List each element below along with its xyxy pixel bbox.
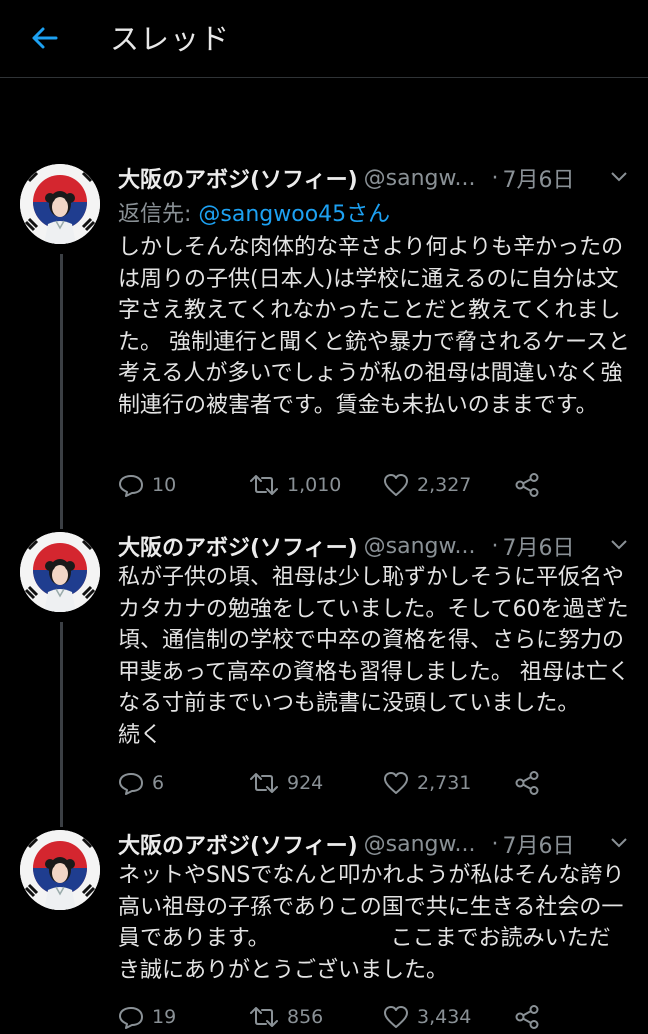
reply-button[interactable]: 10 bbox=[118, 473, 249, 497]
share-button[interactable] bbox=[514, 473, 548, 497]
user-handle[interactable]: @sangw... bbox=[364, 534, 476, 559]
tweet-header: 大阪のアボジ(ソフィー) @sangw... · 7月6日 bbox=[118, 528, 628, 564]
avatar[interactable] bbox=[20, 164, 100, 244]
tweet-header: 大阪のアボジ(ソフィー) @sangw... · 7月6日 bbox=[118, 826, 628, 862]
reply-count: 10 bbox=[152, 474, 177, 496]
tweet-date[interactable]: 7月6日 bbox=[502, 162, 574, 194]
share-icon bbox=[515, 771, 539, 795]
heart-icon bbox=[384, 772, 408, 794]
page-title: スレッド bbox=[110, 22, 231, 56]
reply-icon bbox=[119, 773, 143, 795]
arrow-left-icon bbox=[32, 27, 58, 49]
avatar[interactable] bbox=[20, 532, 100, 612]
heart-icon bbox=[384, 1006, 408, 1028]
tweet-text: ネットやSNSでなんと叩かれようが私はそんな誇り高い祖母の子孫でありこの国で共に… bbox=[118, 863, 625, 983]
retweet-count: 924 bbox=[287, 772, 324, 794]
reply-to-label: 返信先: bbox=[118, 202, 199, 227]
reply-to-mention[interactable]: @sangwoo45さん bbox=[198, 202, 390, 227]
avatar[interactable] bbox=[20, 830, 100, 910]
like-button[interactable]: 2,327 bbox=[383, 473, 514, 497]
share-button[interactable] bbox=[514, 771, 548, 795]
reply-count: 19 bbox=[152, 1006, 177, 1028]
display-name[interactable]: 大阪のアボジ(ソフィー) bbox=[118, 162, 358, 194]
display-name[interactable]: 大阪のアボジ(ソフィー) bbox=[118, 530, 358, 562]
retweet-icon bbox=[250, 773, 278, 793]
user-handle[interactable]: @sangw... bbox=[364, 832, 476, 857]
tweet-text: 私が子供の頃、祖母は少し恥ずかしそうに平仮名やカタカナの勉強をしていました。そし… bbox=[118, 565, 635, 748]
thread-line bbox=[60, 254, 63, 529]
retweet-count: 1,010 bbox=[287, 474, 342, 496]
reply-to-line: 返信先: @sangwoo45さん bbox=[118, 196, 390, 228]
more-options-button[interactable] bbox=[610, 834, 628, 853]
chevron-down-icon bbox=[611, 838, 627, 848]
share-button[interactable] bbox=[514, 1005, 548, 1029]
tweet-actions: 19 856 3,434 bbox=[118, 1000, 628, 1034]
retweet-count: 856 bbox=[287, 1006, 324, 1028]
retweet-button[interactable]: 856 bbox=[249, 1005, 383, 1029]
like-count: 2,327 bbox=[417, 474, 472, 496]
separator-dot: · bbox=[491, 165, 499, 191]
retweet-button[interactable]: 924 bbox=[249, 771, 383, 795]
thread-line bbox=[60, 622, 63, 827]
reply-icon bbox=[119, 1007, 143, 1029]
retweet-icon bbox=[250, 475, 278, 495]
tweet-date[interactable]: 7月6日 bbox=[502, 828, 574, 860]
tweet-header: 大阪のアボジ(ソフィー) @sangw... · 7月6日 bbox=[118, 160, 628, 196]
display-name[interactable]: 大阪のアボジ(ソフィー) bbox=[118, 828, 358, 860]
share-icon bbox=[515, 1005, 539, 1029]
share-icon bbox=[515, 473, 539, 497]
retweet-button[interactable]: 1,010 bbox=[249, 473, 383, 497]
tweet-text: しかしそんな肉体的な辛さより何よりも辛かったのは周りの子供(日本人)は学校に通え… bbox=[118, 235, 630, 418]
chevron-down-icon bbox=[611, 540, 627, 550]
more-options-button[interactable] bbox=[610, 536, 628, 555]
heart-icon bbox=[384, 474, 408, 496]
separator-dot: · bbox=[491, 533, 499, 559]
like-count: 2,731 bbox=[417, 772, 472, 794]
reply-button[interactable]: 6 bbox=[118, 771, 249, 795]
thread-header: スレッド bbox=[0, 0, 648, 78]
reply-icon bbox=[119, 475, 143, 497]
like-button[interactable]: 2,731 bbox=[383, 771, 514, 795]
chevron-down-icon bbox=[611, 172, 627, 182]
reply-button[interactable]: 19 bbox=[118, 1005, 249, 1029]
back-button[interactable] bbox=[22, 16, 66, 60]
user-handle[interactable]: @sangw... bbox=[364, 166, 476, 191]
reply-count: 6 bbox=[152, 772, 165, 794]
separator-dot: · bbox=[491, 831, 499, 857]
tweet-actions: 6 924 2,731 bbox=[118, 766, 628, 800]
like-button[interactable]: 3,434 bbox=[383, 1005, 514, 1029]
retweet-icon bbox=[250, 1007, 278, 1027]
like-count: 3,434 bbox=[417, 1006, 472, 1028]
tweet-date[interactable]: 7月6日 bbox=[502, 530, 574, 562]
more-options-button[interactable] bbox=[610, 168, 628, 187]
tweet-actions: 10 1,010 2,327 bbox=[118, 468, 628, 502]
